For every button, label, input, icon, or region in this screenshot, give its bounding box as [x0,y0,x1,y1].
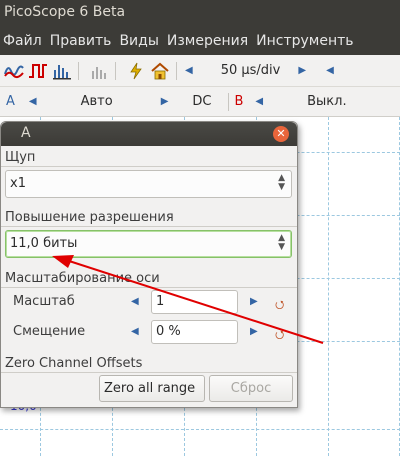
axis-scaling-label: Масштабирование оси [5,271,160,286]
scale-reset-icon[interactable]: ⭯ [275,296,284,315]
dialog-title: A [21,125,31,141]
offset-value: 0 % [156,324,181,339]
updown-arrows-icon: ▲ ▼ [278,173,285,192]
scale-input[interactable]: 1 [151,290,238,314]
resolution-select[interactable]: 11,0 биты ▲ ▼ [5,230,292,258]
spectrum-icon[interactable] [52,62,72,80]
zero-all-range-button[interactable]: Zero all range [99,375,205,402]
channel-b-range-decrease-icon[interactable]: ◀ [255,96,263,107]
timebase-decrease-icon[interactable]: ◀ [185,65,193,76]
channel-toolbar: A ◀ Авто ▶ DC B ◀ Выкл. [0,87,400,117]
menu-bar: Файл Править Виды Измерения Инструменть [0,26,400,55]
toolbar-separator [78,61,79,80]
channel-a-range-decrease-icon[interactable]: ◀ [29,96,37,107]
dialog-titlebar[interactable]: A ✕ [1,122,297,146]
offset-label: Смещение [13,324,86,339]
scale-decrease-icon[interactable]: ◀ [131,296,139,307]
offset-decrease-icon[interactable]: ◀ [131,326,139,337]
toolbar-separator [227,92,229,111]
menu-measurements[interactable]: Измерения [164,33,253,49]
menu-views[interactable]: Виды [116,33,163,49]
menu-file[interactable]: Файл [0,33,47,49]
pulse-icon[interactable] [28,62,48,80]
channel-b-label: B [234,94,244,109]
grid-line [328,117,329,456]
channel-b-state[interactable]: Выкл. [307,94,346,109]
offset-reset-icon[interactable]: ⭯ [275,326,284,345]
grid-line [0,429,400,430]
scale-increase-icon[interactable]: ▶ [250,296,258,307]
timebase-increase-icon[interactable]: ▶ [298,65,306,76]
trigger-icon[interactable] [126,62,146,80]
probe-value: x1 [10,176,26,191]
channel-a-range-increase-icon[interactable]: ▶ [161,96,169,107]
menu-edit[interactable]: Править [47,33,117,49]
channel-a-range[interactable]: Авто [81,94,113,109]
updown-arrows-icon: ▲ ▼ [278,233,285,252]
resolution-label: Повышение разрешения [5,210,174,225]
channel-a-coupling[interactable]: DC [192,94,211,109]
probe-select[interactable]: x1 ▲ ▼ [5,170,292,198]
probe-label: Щуп [5,150,36,165]
offset-increase-icon[interactable]: ▶ [250,326,258,337]
scale-label: Масштаб [13,294,75,309]
offset-input[interactable]: 0 % [151,320,238,344]
persistence-icon[interactable] [89,62,109,80]
channel-options-dialog: A ✕ Щуп x1 ▲ ▼ Повышение разрешения 11,0 … [0,121,298,408]
divider [1,372,297,373]
divider [1,226,297,227]
main-toolbar: ◀ 50 µs/div ▶ ◀ [0,55,400,87]
scope-mode-icon[interactable] [4,62,24,80]
close-icon[interactable]: ✕ [273,126,289,142]
toolbar-separator [176,61,177,80]
toolbar-separator [115,61,116,80]
reset-button[interactable]: Сброс [209,375,293,402]
divider [1,287,297,288]
zero-offsets-label: Zero Channel Offsets [5,356,143,371]
menu-tools[interactable]: Инструменть [253,33,358,49]
home-icon[interactable] [150,62,170,80]
timebase-value[interactable]: 50 µs/div [221,63,281,78]
window-title: PicoScope 6 Beta [0,0,400,26]
scale-value: 1 [156,294,165,309]
divider [1,166,297,167]
resolution-value: 11,0 биты [10,236,78,251]
next-arrow-icon[interactable]: ◀ [326,65,334,76]
channel-a-label: A [6,94,15,109]
